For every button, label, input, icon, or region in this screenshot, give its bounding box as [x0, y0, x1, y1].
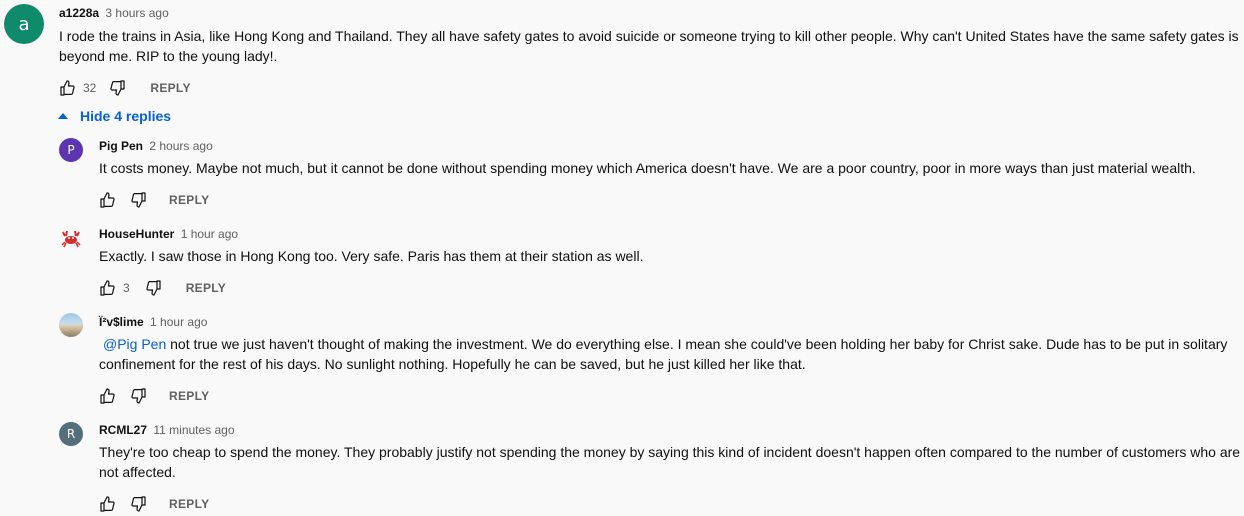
- like-icon[interactable]: [99, 496, 115, 512]
- comment-text: It costs money. Maybe not much, but it c…: [99, 160, 1196, 176]
- comment-time[interactable]: 3 hours ago: [105, 6, 168, 20]
- like-count: 32: [83, 81, 97, 95]
- comment-text: They're too cheap to spend the money. Th…: [99, 444, 1241, 480]
- avatar-letter: a: [18, 13, 30, 35]
- like-icon[interactable]: [99, 388, 115, 404]
- reply-button[interactable]: REPLY: [169, 497, 209, 511]
- dislike-icon[interactable]: [131, 388, 147, 404]
- comment-text: @Pig Pen not true we just haven't though…: [99, 334, 1239, 374]
- like-icon[interactable]: [99, 280, 115, 296]
- hide-replies-label: Hide 4 replies: [80, 108, 172, 124]
- comment-text-content: not true we just haven't thought of maki…: [99, 336, 1228, 372]
- dislike-icon[interactable]: [131, 496, 147, 512]
- dislike-icon[interactable]: [131, 192, 147, 208]
- comment-time[interactable]: 1 hour ago: [181, 227, 238, 241]
- comment-time[interactable]: 11 minutes ago: [153, 423, 234, 437]
- avatar-letter: P: [67, 143, 75, 157]
- chevron-up-icon: [58, 113, 68, 119]
- reply-button[interactable]: REPLY: [169, 389, 209, 403]
- comment-text: Exactly. I saw those in Hong Kong too. V…: [99, 248, 644, 264]
- avatar[interactable]: P: [59, 138, 83, 162]
- crab-icon[interactable]: [59, 226, 83, 250]
- comment-time[interactable]: 1 hour ago: [150, 315, 207, 329]
- mention-link[interactable]: @Pig Pen: [103, 336, 166, 352]
- reply-button[interactable]: REPLY: [169, 193, 209, 207]
- reply-button[interactable]: REPLY: [186, 281, 226, 295]
- avatar-letter: R: [66, 427, 76, 441]
- comment-time[interactable]: 2 hours ago: [149, 139, 212, 153]
- comment-author[interactable]: RCML27: [99, 423, 147, 437]
- avatar[interactable]: a: [4, 4, 44, 44]
- avatar[interactable]: R: [59, 422, 83, 446]
- like-icon[interactable]: [59, 80, 75, 96]
- photo-avatar[interactable]: [59, 313, 83, 337]
- comment-author[interactable]: HouseHunter: [99, 227, 174, 241]
- comment-text: I rode the trains in Asia, like Hong Kon…: [59, 28, 1239, 64]
- like-icon[interactable]: [99, 192, 115, 208]
- comment-author[interactable]: Pig Pen: [99, 139, 143, 153]
- reply-button[interactable]: REPLY: [150, 81, 190, 95]
- comment-author[interactable]: a1228a: [59, 6, 99, 20]
- dislike-icon[interactable]: [146, 280, 162, 296]
- hide-replies-button[interactable]: Hide 4 replies: [58, 106, 171, 126]
- comment-author[interactable]: Ï²v$lime: [99, 315, 144, 329]
- like-count: 3: [123, 281, 130, 295]
- dislike-icon[interactable]: [110, 80, 126, 96]
